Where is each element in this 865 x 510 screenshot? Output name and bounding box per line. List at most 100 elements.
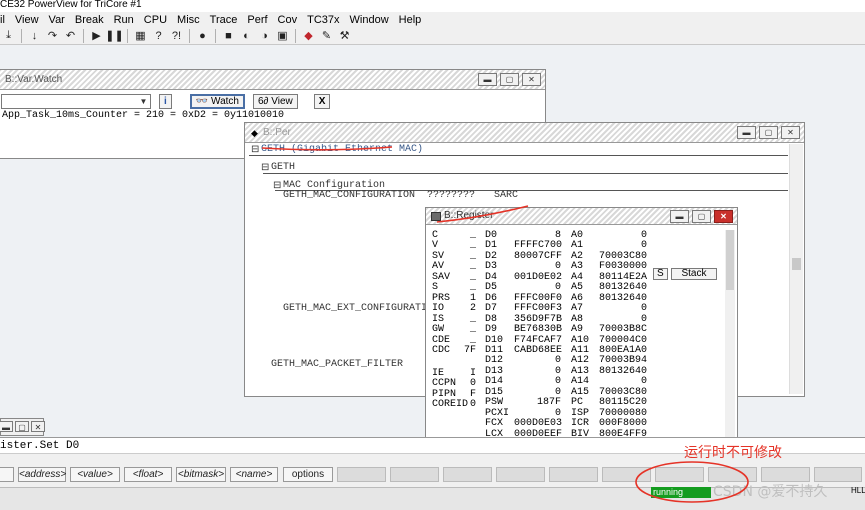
menu-item-break[interactable]: Break (70, 14, 109, 26)
close-button[interactable]: ✕ (781, 126, 800, 139)
watch-expression-line[interactable]: App_Task_10ms_Counter = 210 = 0xD2 = 0y1… (2, 110, 284, 121)
watch-button[interactable]: 👓 Watch (189, 93, 245, 109)
flag-value[interactable]: _ (454, 240, 476, 251)
cmd-button-empty[interactable] (337, 467, 386, 482)
monitor2-icon[interactable]: ◑ (257, 28, 272, 43)
config-icon[interactable]: ▣ (275, 28, 290, 43)
tools-button[interactable]: X (313, 93, 331, 109)
register-value[interactable]: 80132640 (598, 282, 647, 293)
flag-value[interactable]: _ (454, 314, 476, 325)
menu-item-trace[interactable]: Trace (205, 14, 243, 26)
cmd-button-empty[interactable] (496, 467, 545, 482)
var-watch-title-bar[interactable]: B::Var.Watch ▬ ▢ ✕ (0, 70, 545, 90)
close-button[interactable]: ✕ (31, 421, 45, 432)
menu-item-cov[interactable]: Cov (273, 14, 303, 26)
cmd-button-empty[interactable] (708, 467, 757, 482)
peripheral-title-bar[interactable]: B::Per ◆ ▬ ▢ ✕ (245, 123, 804, 143)
step-icon[interactable]: ⤓ (1, 28, 16, 43)
go-icon[interactable]: ▶ (89, 28, 104, 43)
vertical-scrollbar[interactable] (789, 144, 803, 394)
flag-value[interactable]: I (454, 368, 476, 379)
menu-item-misc[interactable]: Misc (172, 14, 205, 26)
cmd-button-empty[interactable] (761, 467, 810, 482)
flag-value[interactable]: 2 (454, 303, 476, 314)
register-value[interactable]: 800EA1A0 (598, 345, 647, 356)
register-value[interactable]: 80115C20 (598, 397, 647, 408)
wrench-icon[interactable]: ⚒ (337, 28, 352, 43)
step-over-icon[interactable]: ↷ (45, 28, 60, 43)
flag-value[interactable]: 1 (454, 293, 476, 304)
cmd-button-address[interactable]: <address> (18, 467, 66, 482)
register-value[interactable]: 000D0E03 (514, 418, 562, 429)
minimize-button[interactable]: ▬ (0, 421, 13, 432)
flag-value[interactable]: _ (454, 282, 476, 293)
register-value[interactable]: 700004C0 (598, 335, 647, 346)
register-value[interactable]: FFFFC700 (514, 240, 562, 251)
flag-value[interactable]: F (454, 389, 476, 400)
register-title-bar[interactable]: B::Register ▬ ▢ ✕ (426, 208, 737, 225)
cmd-button-bitmask[interactable]: <bitmask> (176, 467, 226, 482)
flag-value[interactable]: 0 (454, 378, 476, 389)
close-button[interactable]: ✕ (714, 210, 733, 223)
cmd-button-options[interactable]: options (283, 467, 333, 482)
help-icon[interactable]: ? (151, 28, 166, 43)
flag-value[interactable]: 0 (454, 399, 476, 410)
minimize-button[interactable]: ▬ (670, 210, 689, 223)
monitor-icon[interactable]: ◐ (239, 28, 254, 43)
stop-icon[interactable]: ● (195, 28, 210, 43)
register-value[interactable]: 8 (514, 230, 561, 241)
register-value[interactable]: 0 (514, 366, 561, 377)
register-value[interactable]: 80132640 (598, 293, 647, 304)
register-value[interactable]: FFFC00F0 (514, 293, 562, 304)
register-value[interactable]: 0 (514, 408, 561, 419)
maximize-button[interactable]: ▢ (759, 126, 778, 139)
register-value[interactable]: 0 (514, 261, 561, 272)
info-button[interactable]: i (159, 93, 172, 109)
cmd-button-name[interactable]: <name> (230, 467, 278, 482)
menu-item-help[interactable]: Help (394, 14, 427, 26)
menu-item-run[interactable]: Run (109, 14, 139, 26)
register-value[interactable]: 70003B94 (598, 355, 647, 366)
register-value[interactable]: 000F8000 (598, 418, 647, 429)
register-value[interactable]: 80132640 (598, 366, 647, 377)
menu-item-perf[interactable]: Perf (242, 14, 272, 26)
cmd-button-empty[interactable] (443, 467, 492, 482)
register-value[interactable]: 0 (514, 282, 561, 293)
register-value[interactable]: 80114E2A (598, 272, 647, 283)
menu-item-tc37x[interactable]: TC37x (302, 14, 344, 26)
register-value[interactable]: 0 (514, 376, 561, 387)
menu-item-view[interactable]: View (10, 14, 44, 26)
flag-value[interactable]: _ (454, 335, 476, 346)
scroll-thumb[interactable] (726, 230, 734, 290)
register-value[interactable]: ???????? (427, 190, 475, 201)
register-value[interactable]: 0 (598, 230, 647, 241)
register-value[interactable]: FFFC00F3 (514, 303, 562, 314)
register-value[interactable]: 70000080 (598, 408, 647, 419)
register-value[interactable]: 001D0E02 (514, 272, 562, 283)
register-value[interactable]: 0 (598, 303, 647, 314)
register-value[interactable]: 70003C80 (598, 387, 647, 398)
register-value[interactable]: 0 (598, 314, 647, 325)
minimize-button[interactable]: ▬ (737, 126, 756, 139)
return-icon[interactable]: ↶ (63, 28, 78, 43)
cmd-button-empty[interactable] (814, 467, 862, 482)
s-button[interactable]: S (653, 268, 668, 280)
cmd-button-empty[interactable] (549, 467, 598, 482)
register-value[interactable]: F0030000 (598, 261, 647, 272)
tool-icon[interactable]: ✎ (319, 28, 334, 43)
register-value[interactable]: 0 (514, 355, 561, 366)
flag-value[interactable]: _ (454, 230, 476, 241)
cmd-button-empty[interactable] (390, 467, 439, 482)
register-value[interactable]: CABD68EE (514, 345, 562, 356)
maximize-button[interactable]: ▢ (500, 73, 519, 86)
flag-value[interactable]: _ (454, 324, 476, 335)
register-value[interactable]: 70003C80 (598, 251, 647, 262)
help-context-icon[interactable]: ?! (169, 28, 184, 43)
minimize-button[interactable]: ▬ (478, 73, 497, 86)
register-value[interactable]: 70003B8C (598, 324, 647, 335)
cmd-button-value[interactable]: <value> (70, 467, 120, 482)
chip-icon[interactable]: ▦ (133, 28, 148, 43)
scroll-thumb[interactable] (792, 258, 801, 270)
register-value[interactable]: 0 (598, 240, 647, 251)
register-value[interactable]: 80007CFF (514, 251, 562, 262)
